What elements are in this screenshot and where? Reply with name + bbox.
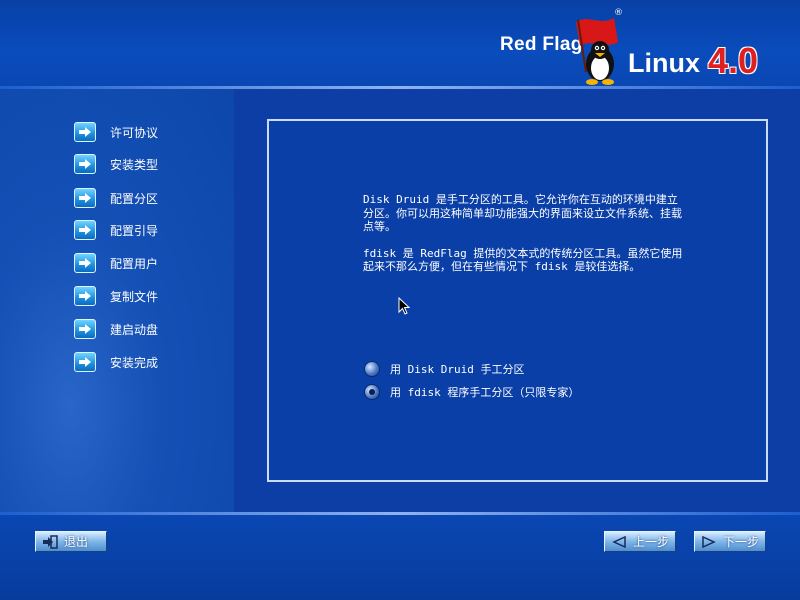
sidebar-item-label: 安装完成	[110, 355, 159, 370]
sidebar-item-bootloader[interactable]: 配置引导	[74, 219, 158, 241]
option-disk-druid[interactable]: 用 Disk Druid 手工分区	[364, 361, 524, 377]
radio-button-selected[interactable]	[364, 384, 380, 400]
arrow-right-icon	[74, 188, 96, 208]
back-button[interactable]: 上一步	[604, 531, 676, 552]
sidebar-item-boot-disk[interactable]: 建启动盘	[74, 318, 158, 340]
description-disk-druid: Disk Druid 是手工分区的工具。它允许你在互动的环境中建立分区。你可以用…	[363, 193, 682, 233]
sidebar-item-label: 配置用户	[110, 256, 159, 271]
sidebar-item-users[interactable]: 配置用户	[74, 252, 158, 274]
mouse-cursor-icon	[398, 297, 410, 315]
sidebar-item-label: 配置分区	[110, 191, 159, 206]
exit-button[interactable]: 退出	[35, 531, 107, 552]
arrow-right-icon	[74, 154, 96, 174]
option-fdisk[interactable]: 用 fdisk 程序手工分区（只限专家）	[364, 384, 579, 400]
footer-bar	[0, 515, 800, 600]
sidebar-item-install-type[interactable]: 安装类型	[74, 153, 158, 175]
logo-version: 4.0	[708, 40, 759, 81]
exit-label: 退出	[64, 535, 89, 549]
next-label: 下一步	[723, 535, 760, 549]
sidebar-item-label: 安装类型	[110, 157, 159, 172]
sidebar-item-finish[interactable]: 安装完成	[74, 351, 158, 373]
option-label: 用 Disk Druid 手工分区	[390, 363, 525, 376]
arrow-left-icon	[611, 535, 627, 549]
sidebar-item-copy-files[interactable]: 复制文件	[74, 285, 158, 307]
sidebar-item-label: 配置引导	[110, 223, 159, 238]
penguin-flag-icon	[576, 18, 618, 85]
arrow-right-icon	[74, 253, 96, 273]
radio-button[interactable]	[364, 361, 380, 377]
arrow-right-icon	[74, 220, 96, 240]
description-fdisk: fdisk 是 RedFlag 提供的文本式的传统分区工具。虽然它使用起来不那么…	[363, 246, 683, 274]
arrow-right-icon	[701, 535, 717, 549]
next-button[interactable]: 下一步	[694, 531, 766, 552]
redflag-logo: Red Flag ® Linux 4.0	[498, 8, 788, 86]
content-panel	[267, 119, 768, 482]
sidebar-item-license[interactable]: 许可协议	[74, 121, 158, 143]
description: Disk Druid 是手工分区的工具。它允许你在互动的环境中建立分区。你可以用…	[363, 193, 683, 287]
sidebar-item-label: 复制文件	[110, 289, 159, 304]
arrow-right-icon	[74, 122, 96, 142]
arrow-right-icon	[74, 319, 96, 339]
back-label: 上一步	[633, 535, 670, 549]
exit-icon	[42, 534, 58, 549]
sidebar-item-label: 建启动盘	[110, 322, 159, 337]
sidebar-item-partition[interactable]: 配置分区	[74, 187, 158, 209]
option-label: 用 fdisk 程序手工分区（只限专家）	[390, 386, 580, 399]
sidebar-item-label: 许可协议	[110, 125, 159, 140]
logo-product: Linux	[628, 48, 700, 78]
arrow-right-icon	[74, 286, 96, 306]
arrow-right-icon	[74, 352, 96, 372]
